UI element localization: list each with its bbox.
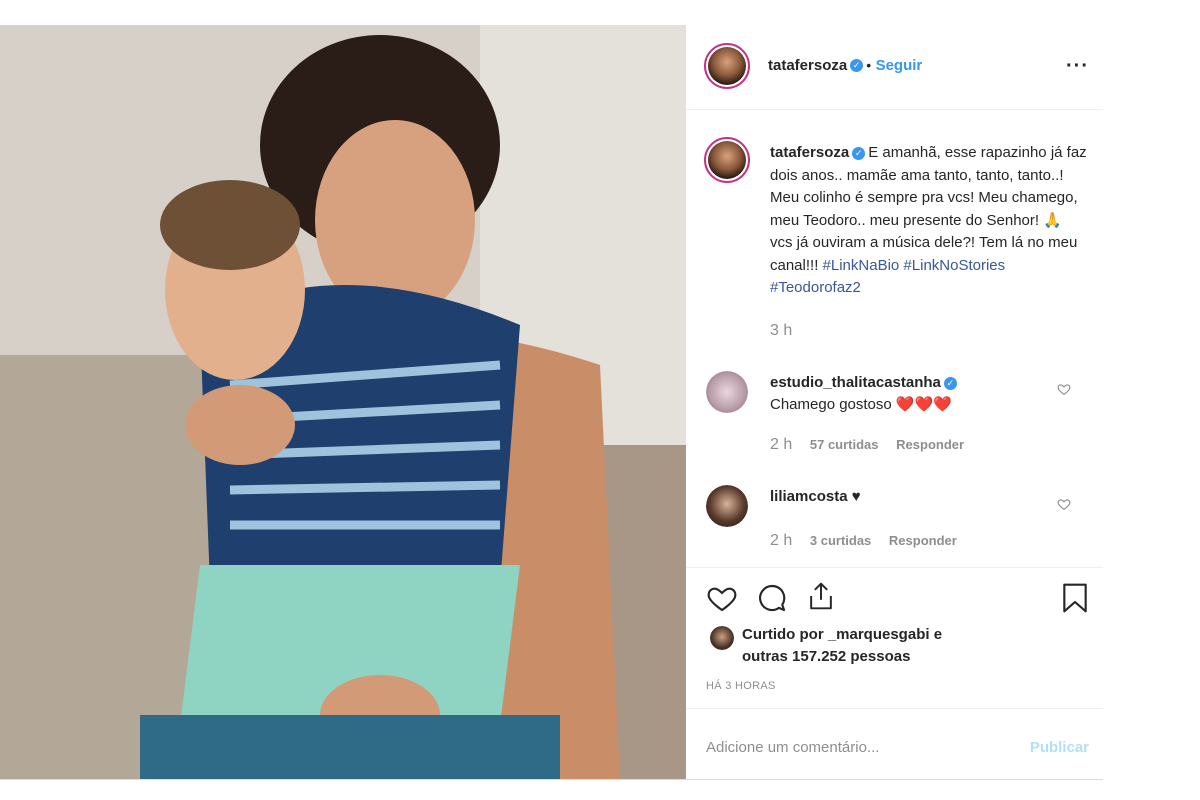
hashtag[interactable]: #Teodorofaz2: [770, 279, 861, 296]
add-comment-bar: Adicione um comentário... Publicar: [686, 708, 1103, 781]
comment-input[interactable]: Adicione um comentário...: [706, 739, 879, 756]
reply-button[interactable]: Responder: [896, 437, 964, 452]
comment-username[interactable]: estudio_thalitacastanha: [770, 374, 941, 391]
comment-likes[interactable]: 57 curtidas: [810, 437, 879, 452]
post-photo[interactable]: [0, 25, 686, 779]
caption-avatar[interactable]: [704, 137, 750, 183]
comment-text: Chamego gostoso ❤️❤️❤️: [770, 396, 952, 413]
header-separator: •: [866, 57, 872, 73]
save-bookmark-icon[interactable]: [1061, 582, 1089, 614]
post-side-panel: tatafersoza ✓ • Seguir ··· tatafersoza ✓ E a…: [686, 25, 1103, 779]
comment-item: estudio_thalitacastanha ✓ Chamego gostoso…: [770, 372, 1070, 456]
likes-summary[interactable]: Curtido por _marquesgabi e outras 157.25…: [742, 624, 942, 668]
follow-button[interactable]: Seguir: [876, 57, 923, 74]
hashtag[interactable]: #LinkNaBio: [823, 257, 900, 274]
caption-text: E amanhã, esse rapazinho já faz dois ano…: [770, 144, 1087, 274]
comment-avatar[interactable]: [706, 485, 748, 527]
comment-heart-suffix: ♥: [851, 488, 861, 505]
comment-avatar[interactable]: [706, 371, 748, 413]
comment-likes[interactable]: 3 curtidas: [810, 533, 871, 548]
publish-button[interactable]: Publicar: [1030, 739, 1089, 756]
instagram-post: tatafersoza ✓ • Seguir ··· tatafersoza ✓ E a…: [0, 25, 1103, 780]
more-options-icon[interactable]: ···: [1066, 55, 1089, 78]
caption-time[interactable]: 3 h: [770, 320, 1088, 343]
author-username[interactable]: tatafersoza: [768, 57, 847, 74]
share-icon[interactable]: [806, 580, 836, 612]
caption-username[interactable]: tatafersoza: [770, 144, 849, 161]
verified-badge-icon: ✓: [850, 59, 864, 73]
hashtag[interactable]: #LinkNoStories: [903, 257, 1005, 274]
post-actions: Curtido por _marquesgabi e outras 157.25…: [686, 567, 1103, 780]
comment-like-heart-icon[interactable]: [1057, 382, 1071, 396]
author-avatar[interactable]: [704, 43, 750, 89]
comment-like-heart-icon[interactable]: [1057, 497, 1071, 511]
like-heart-icon[interactable]: [706, 582, 738, 614]
post-photo-illustration: [0, 25, 686, 779]
comment-item: liliamcosta ♥ 2 h 3 curtidas Responder: [770, 486, 1070, 552]
verified-badge-icon: ✓: [943, 376, 957, 390]
verified-badge-icon: ✓: [852, 146, 866, 160]
comment-time[interactable]: 2 h: [770, 532, 792, 549]
likes-line-2[interactable]: outras 157.252 pessoas: [742, 646, 942, 668]
liker-avatar[interactable]: [710, 626, 734, 650]
comment-time[interactable]: 2 h: [770, 436, 792, 453]
comment-bubble-icon[interactable]: [756, 582, 788, 614]
likes-line-1[interactable]: Curtido por _marquesgabi e: [742, 624, 942, 646]
comment-username[interactable]: liliamcosta: [770, 488, 848, 505]
post-caption: tatafersoza ✓ E amanhã, esse rapazinho já …: [770, 142, 1088, 342]
post-timestamp[interactable]: HÁ 3 HORAS: [706, 680, 776, 692]
post-header: tatafersoza ✓ • Seguir ···: [686, 25, 1103, 110]
reply-button[interactable]: Responder: [889, 533, 957, 548]
